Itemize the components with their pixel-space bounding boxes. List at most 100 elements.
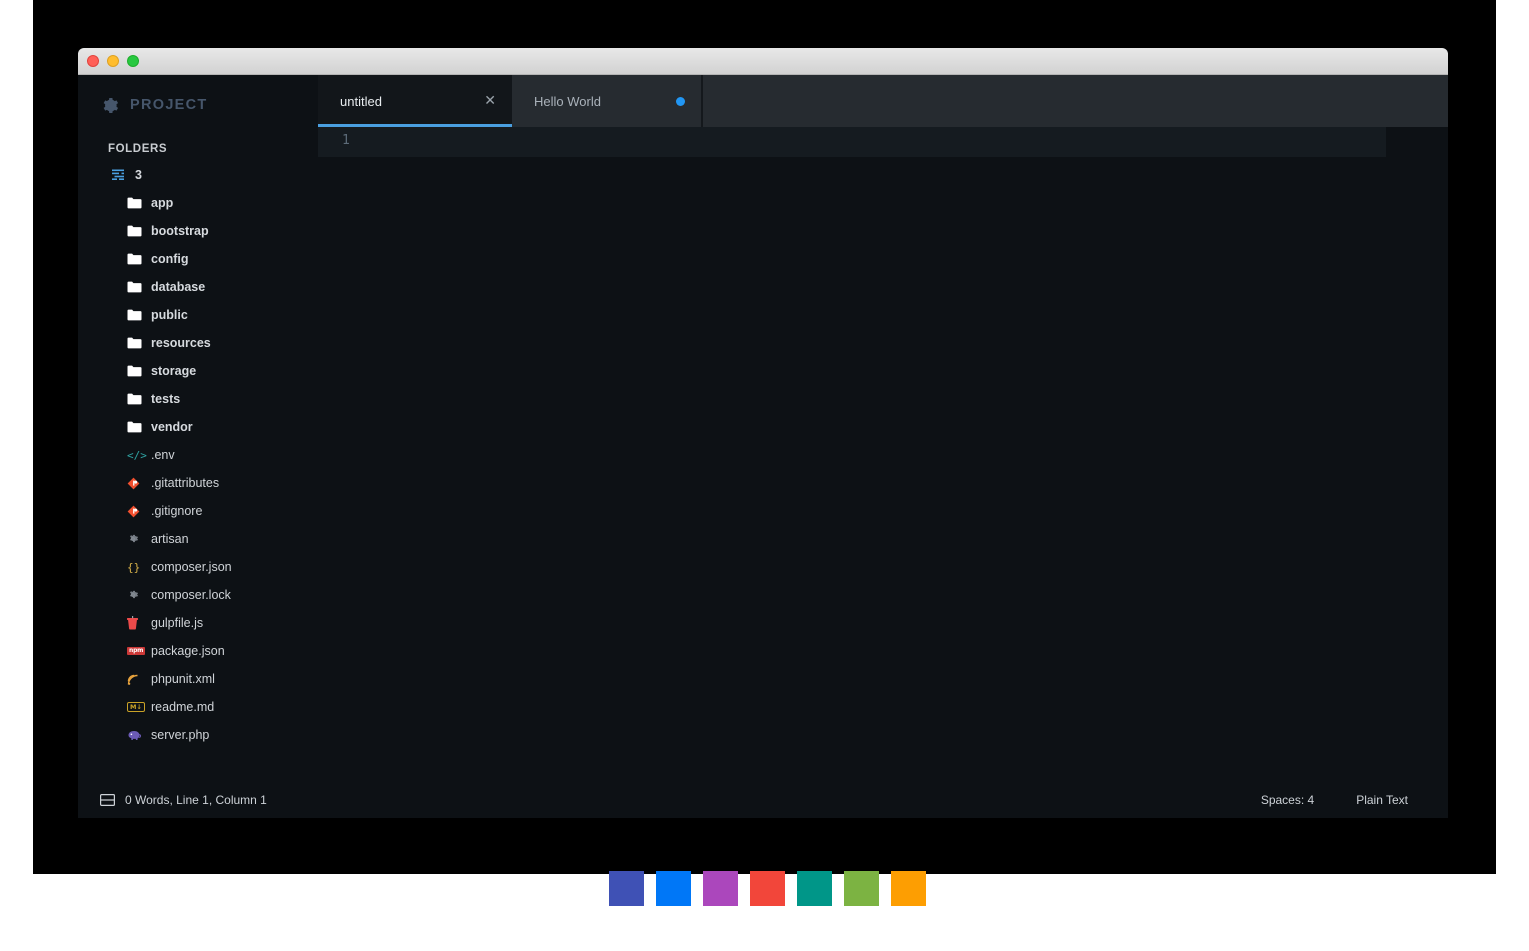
folder-item-tests[interactable]: tests xyxy=(78,385,318,413)
close-icon[interactable]: ✕ xyxy=(484,94,496,108)
editor-column: untitled ✕ Hello World 1 xyxy=(318,75,1448,782)
color-swatch-blue[interactable] xyxy=(656,871,691,906)
editor-text-area[interactable]: 1 xyxy=(318,127,1448,782)
file-item-gulpfile.js[interactable]: gulpfile.js xyxy=(78,609,318,637)
folders-section-label: FOLDERS xyxy=(108,143,168,155)
folder-icon xyxy=(127,421,142,433)
color-swatch-row xyxy=(609,871,926,906)
folder-item-resources[interactable]: resources xyxy=(78,329,318,357)
php-elephant-icon xyxy=(127,730,142,741)
layout-panel-icon[interactable] xyxy=(100,794,115,806)
file-item-label: package.json xyxy=(151,644,225,658)
gear-icon xyxy=(127,533,142,545)
status-bar: 0 Words, Line 1, Column 1 Spaces: 4 Plai… xyxy=(78,782,1448,818)
window-body: PROJECT FOLDERS 3 app bootstrap config da xyxy=(78,75,1448,782)
folder-icon xyxy=(127,281,142,293)
file-item-label: .env xyxy=(151,448,175,462)
folder-icon xyxy=(127,225,142,237)
markdown-icon: M↓ xyxy=(127,701,145,713)
file-item-.gitattributes[interactable]: .gitattributes xyxy=(78,469,318,497)
file-list: </> .env .gitattributes .gitignore artisan {}… xyxy=(78,441,318,749)
folder-item-bootstrap[interactable]: bootstrap xyxy=(78,217,318,245)
code-brackets-icon: </> xyxy=(127,448,147,462)
folder-icon xyxy=(127,337,142,349)
curly-braces-icon: {} xyxy=(127,560,141,574)
gear-icon xyxy=(127,589,142,601)
tab-label: Hello World xyxy=(534,93,601,109)
file-item-label: .gitattributes xyxy=(151,476,220,490)
file-item-server.php[interactable]: server.php xyxy=(78,721,318,749)
file-item-package.json[interactable]: npm package.json xyxy=(78,637,318,665)
file-item-label: artisan xyxy=(151,532,189,546)
folder-icon xyxy=(127,365,142,377)
folder-item-database[interactable]: database xyxy=(78,273,318,301)
file-item-label: readme.md xyxy=(151,700,215,714)
file-item-.gitignore[interactable]: .gitignore xyxy=(78,497,318,525)
color-swatch-purple[interactable] xyxy=(703,871,738,906)
sidebar: PROJECT FOLDERS 3 app bootstrap config da xyxy=(78,75,318,782)
syntax-mode[interactable]: Plain Text xyxy=(1356,793,1408,807)
tab-hello-world[interactable]: Hello World xyxy=(512,75,702,127)
file-item-label: phpunit.xml xyxy=(151,672,215,686)
status-right-group: Spaces: 4 Plain Text xyxy=(1261,793,1408,807)
folder-item-label: app xyxy=(151,196,174,210)
folder-item-label: public xyxy=(151,308,188,322)
folder-icon xyxy=(127,253,142,265)
close-window-button[interactable] xyxy=(87,55,99,67)
file-item-composer.json[interactable]: {} composer.json xyxy=(78,553,318,581)
npm-icon: npm xyxy=(127,647,146,655)
folder-item-vendor[interactable]: vendor xyxy=(78,413,318,441)
folder-item-label: bootstrap xyxy=(151,224,209,238)
tab-label: untitled xyxy=(340,93,382,109)
file-item-.env[interactable]: </> .env xyxy=(78,441,318,469)
file-item-label: .gitignore xyxy=(151,504,203,518)
rss-waves-icon xyxy=(127,673,142,686)
file-item-label: gulpfile.js xyxy=(151,616,204,630)
color-swatch-indigo[interactable] xyxy=(609,871,644,906)
maximize-window-button[interactable] xyxy=(127,55,139,67)
folder-item-label: database xyxy=(151,280,206,294)
folder-item-label: resources xyxy=(151,336,211,350)
folder-icon xyxy=(127,197,142,209)
git-diamond-icon xyxy=(127,505,142,518)
tab-bar-empty-area xyxy=(702,75,1448,127)
file-item-composer.lock[interactable]: composer.lock xyxy=(78,581,318,609)
file-item-label: composer.json xyxy=(151,560,232,574)
folder-item-app[interactable]: app xyxy=(78,189,318,217)
file-item-artisan[interactable]: artisan xyxy=(78,525,318,553)
folder-item-label: config xyxy=(151,252,189,266)
status-left-group: 0 Words, Line 1, Column 1 xyxy=(100,793,267,807)
folder-icon xyxy=(127,309,142,321)
folder-item-config[interactable]: config xyxy=(78,245,318,273)
gulp-cup-icon xyxy=(127,616,142,630)
folder-item-label: tests xyxy=(151,392,181,406)
folder-icon xyxy=(127,393,142,405)
unsaved-dot-icon[interactable] xyxy=(676,96,685,106)
minimize-window-button[interactable] xyxy=(107,55,119,67)
color-swatch-orange[interactable] xyxy=(891,871,926,906)
color-swatch-teal[interactable] xyxy=(797,871,832,906)
project-title: PROJECT xyxy=(130,97,208,113)
tab-untitled[interactable]: untitled ✕ xyxy=(318,75,512,127)
editor-window: PROJECT FOLDERS 3 app bootstrap config da xyxy=(78,48,1448,818)
tree-list-icon xyxy=(112,169,126,181)
gear-icon xyxy=(100,96,119,115)
cursor-position-text: 0 Words, Line 1, Column 1 xyxy=(125,793,267,807)
file-item-phpunit.xml[interactable]: phpunit.xml xyxy=(78,665,318,693)
color-swatch-red[interactable] xyxy=(750,871,785,906)
current-line-highlight xyxy=(318,127,1386,157)
line-number: 1 xyxy=(342,133,350,148)
folder-item-label: storage xyxy=(151,364,197,378)
file-item-readme.md[interactable]: M↓ readme.md xyxy=(78,693,318,721)
folder-item-public[interactable]: public xyxy=(78,301,318,329)
folder-item-label: vendor xyxy=(151,420,193,434)
tab-bar: untitled ✕ Hello World xyxy=(318,75,1448,127)
indentation-setting[interactable]: Spaces: 4 xyxy=(1261,793,1314,807)
folder-item-storage[interactable]: storage xyxy=(78,357,318,385)
color-swatch-green[interactable] xyxy=(844,871,879,906)
git-diamond-icon xyxy=(127,477,142,490)
project-header[interactable]: PROJECT xyxy=(78,89,318,121)
file-item-label: server.php xyxy=(151,728,210,742)
window-titlebar xyxy=(78,48,1448,75)
tree-root-item[interactable]: 3 xyxy=(78,161,318,189)
